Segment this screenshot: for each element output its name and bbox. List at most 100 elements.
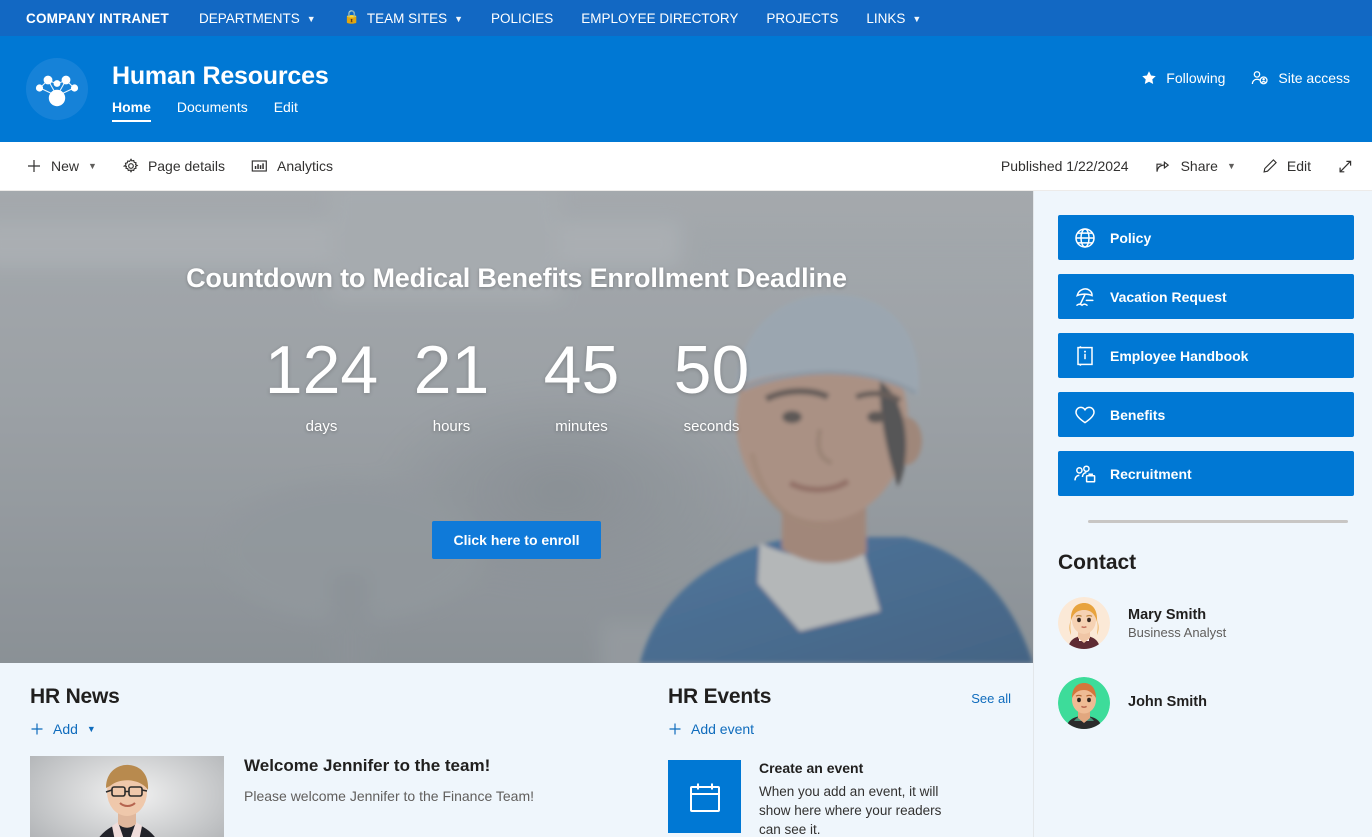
side-divider: [1088, 520, 1348, 523]
hr-events-webpart: HR Events See all Add event Create an ev…: [660, 685, 1033, 837]
chevron-down-icon: ▼: [306, 14, 316, 24]
news-item-description: Please welcome Jennifer to the Finance T…: [244, 788, 535, 804]
news-list-item[interactable]: Welcome Jennifer to the team! Please wel…: [30, 756, 660, 837]
countdown-label: minutes: [555, 418, 608, 435]
site-nav-item-home[interactable]: Home: [112, 99, 151, 122]
events-title: HR Events: [668, 685, 772, 708]
contact-section-title: Contact: [1058, 551, 1137, 574]
quick-link-recruitment[interactable]: Recruitment: [1058, 451, 1354, 496]
edit-button[interactable]: Edit: [1262, 158, 1311, 174]
avatar: [1058, 597, 1110, 649]
heart-icon: [1075, 406, 1095, 424]
enroll-button[interactable]: Click here to enroll: [432, 521, 601, 559]
beach-umbrella-icon: [1076, 287, 1094, 306]
page-details-button[interactable]: Page details: [122, 158, 225, 174]
edit-label: Edit: [1286, 158, 1311, 174]
quick-link-employee-handbook[interactable]: Employee Handbook: [1058, 333, 1354, 378]
star-icon: [1142, 71, 1157, 84]
hub-nav-item-projects[interactable]: PROJECTS: [766, 11, 838, 26]
following-label: Following: [1166, 70, 1226, 86]
hub-nav-label: TEAM SITES: [366, 10, 448, 26]
site-access-button[interactable]: Site access: [1251, 70, 1350, 86]
event-placeholder-description: When you add an event, it will show here…: [759, 784, 942, 837]
chevron-down-icon: ▼: [1226, 161, 1236, 171]
events-see-all-link[interactable]: See all: [971, 691, 1011, 706]
hub-nav-label: EMPLOYEE DIRECTORY: [581, 10, 739, 26]
contact-person-text: Mary Smith Business Analyst: [1128, 607, 1226, 640]
countdown-value: 50: [673, 332, 750, 408]
countdown-unit-seconds: 50 seconds: [647, 336, 777, 435]
countdown-timer: 124 days 21 hours 45 minutes 50 seconds: [257, 336, 777, 435]
plus-icon: [669, 723, 681, 735]
network-nodes-icon: [35, 75, 79, 107]
share-button[interactable]: Share ▼: [1155, 158, 1236, 174]
site-navigation: Home Documents Edit: [112, 99, 1141, 122]
quick-link-label: Benefits: [1110, 406, 1166, 423]
site-nav-item-documents[interactable]: Documents: [177, 99, 248, 122]
new-label: New: [51, 158, 80, 174]
avatar-image-mary-smith: [1058, 597, 1110, 649]
new-button[interactable]: New ▼: [26, 158, 97, 174]
add-event-label: Add event: [691, 721, 755, 737]
contact-person-name: Mary Smith: [1128, 606, 1207, 623]
following-button[interactable]: Following: [1141, 70, 1225, 86]
event-placeholder-card[interactable]: Create an event When you add an event, i…: [668, 760, 1011, 837]
gear-icon: [122, 158, 139, 173]
people-icon: [1252, 71, 1269, 85]
page-title: Human Resources: [112, 62, 329, 91]
quick-link-policy[interactable]: Policy: [1058, 215, 1354, 260]
contact-person-mary-smith[interactable]: Mary Smith Business Analyst: [1058, 597, 1354, 649]
hub-nav-label: LINKS: [866, 10, 906, 26]
quick-link-benefits[interactable]: Benefits: [1058, 392, 1354, 437]
countdown-unit-hours: 21 hours: [387, 336, 517, 435]
page-body: Countdown to Medical Benefits Enrollment…: [0, 191, 1372, 837]
site-logo[interactable]: [26, 58, 88, 120]
quick-link-vacation-request[interactable]: Vacation Request: [1058, 274, 1354, 319]
analytics-label: Analytics: [277, 158, 334, 174]
hub-nav-item-departments[interactable]: DEPARTMENTS ▼: [199, 11, 316, 26]
hero-title: Countdown to Medical Benefits Enrollment…: [186, 263, 847, 293]
countdown-label: seconds: [683, 418, 740, 435]
plus-icon: [28, 160, 40, 172]
countdown-label: hours: [432, 418, 471, 435]
main-column: Countdown to Medical Benefits Enrollment…: [0, 191, 1033, 837]
share-label: Share: [1180, 158, 1218, 174]
news-add-button[interactable]: Add ▼: [30, 721, 660, 737]
site-title-block: Human Resources Home Documents Edit: [112, 56, 1141, 122]
hub-nav-item-links[interactable]: LINKS ▼: [866, 11, 921, 26]
analytics-button[interactable]: Analytics: [251, 158, 333, 174]
chevron-down-icon: ▼: [88, 161, 97, 171]
global-navigation-bar: COMPANY INTRANET DEPARTMENTS ▼ 🔒 TEAM SI…: [0, 0, 1372, 36]
news-item-title: Welcome Jennifer to the team!: [244, 756, 491, 775]
hr-news-webpart: HR News Add ▼ Welcome Jennifer to the te…: [0, 685, 660, 837]
news-thumbnail-image: [30, 756, 224, 837]
hub-nav-item-team-sites[interactable]: 🔒 TEAM SITES ▼: [343, 9, 463, 26]
chevron-down-icon: ▼: [912, 14, 922, 24]
recruitment-people-icon: [1074, 464, 1096, 483]
globe-icon: [1075, 227, 1095, 248]
contact-person-john-smith[interactable]: John Smith: [1058, 677, 1354, 729]
plus-icon: [31, 723, 43, 735]
quick-link-label: Policy: [1110, 229, 1152, 246]
countdown-unit-days: 124 days: [257, 336, 387, 435]
hub-nav-label: DEPARTMENTS: [198, 10, 300, 26]
expand-diagonal-icon: [1339, 160, 1352, 172]
contact-person-role: Business Analyst: [1128, 624, 1227, 640]
countdown-value: 21: [413, 332, 490, 408]
site-access-label: Site access: [1278, 70, 1350, 86]
calendar-icon: [689, 783, 720, 812]
event-placeholder-text: Create an event When you add an event, i…: [759, 760, 965, 837]
hero-countdown-webpart: Countdown to Medical Benefits Enrollment…: [0, 191, 1033, 663]
site-header-actions: Following Site access: [1141, 70, 1350, 86]
hub-nav-item-policies[interactable]: POLICIES: [491, 11, 553, 26]
site-nav-item-edit[interactable]: Edit: [274, 99, 298, 122]
share-icon: [1156, 161, 1169, 172]
hub-brand-link[interactable]: COMPANY INTRANET: [26, 11, 169, 26]
site-header: Human Resources Home Documents Edit Foll…: [0, 36, 1372, 142]
hub-nav-item-employee-directory[interactable]: EMPLOYEE DIRECTORY: [581, 11, 738, 26]
lock-icon: 🔒: [343, 9, 360, 24]
quick-link-label: Recruitment: [1110, 465, 1192, 482]
full-screen-button[interactable]: [1337, 158, 1354, 175]
countdown-value: 45: [543, 332, 620, 408]
add-event-button[interactable]: Add event: [668, 721, 1011, 737]
